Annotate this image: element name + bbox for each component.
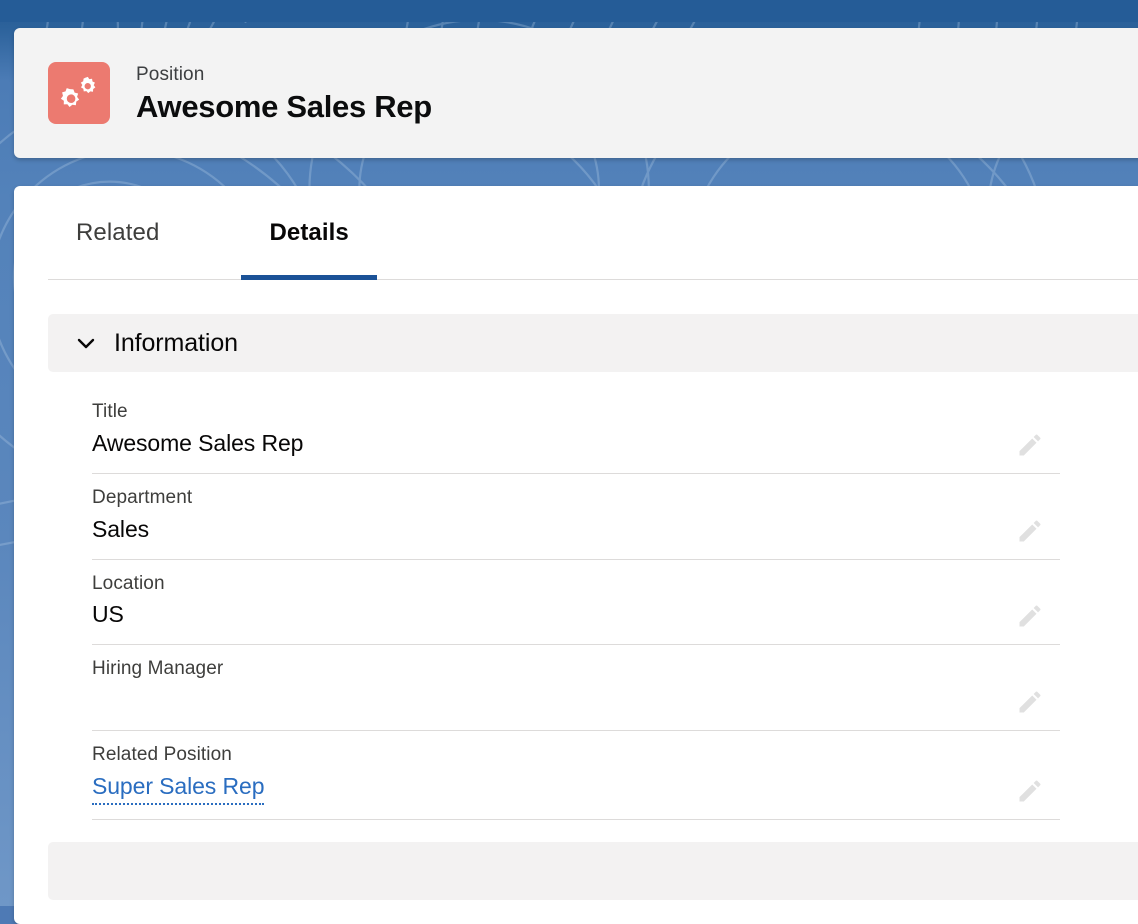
section-title: Information: [114, 328, 238, 357]
pencil-icon[interactable]: [1016, 602, 1044, 630]
record-body-card: Related Details Information Title Awesom…: [14, 186, 1138, 924]
field-label: Department: [92, 486, 193, 508]
field-value: [92, 686, 1060, 716]
top-stripe: [0, 0, 1138, 22]
tab-bar: Related Details: [14, 186, 1138, 280]
field-value: Sales: [92, 515, 150, 542]
record-header-text: Position Awesome Sales Rep: [136, 65, 432, 122]
field-row-hiring-manager: Hiring Manager: [92, 645, 1060, 731]
field-row-department: Department Sales: [92, 474, 1060, 560]
field-value-wrapper: Super Sales Rep: [92, 772, 1060, 805]
record-header: Position Awesome Sales Rep: [14, 28, 1138, 158]
field-label: Location: [92, 572, 165, 594]
chevron-down-icon[interactable]: [74, 331, 98, 355]
page-title: Awesome Sales Rep: [136, 88, 432, 124]
tab-related[interactable]: Related: [48, 186, 187, 280]
field-value: Awesome Sales Rep: [92, 429, 304, 456]
field-label: Related Position: [92, 744, 232, 765]
position-gears-icon: [48, 62, 110, 124]
pencil-icon[interactable]: [1016, 777, 1044, 805]
field-list: Title Awesome Sales Rep Department Sales…: [14, 372, 1138, 820]
record-type-label: Position: [136, 63, 205, 85]
related-position-link[interactable]: Super Sales Rep: [92, 772, 264, 805]
field-label: Title: [92, 401, 128, 422]
section-header-information[interactable]: Information: [48, 314, 1138, 372]
tab-related-label: Related: [76, 219, 160, 246]
field-row-title: Title Awesome Sales Rep: [92, 388, 1060, 474]
pencil-icon[interactable]: [1016, 688, 1044, 716]
pencil-icon[interactable]: [1016, 517, 1044, 545]
field-row-location: Location US: [92, 560, 1060, 646]
pencil-icon[interactable]: [1016, 431, 1044, 459]
section-header-next[interactable]: [48, 841, 1138, 900]
tab-details-label: Details: [269, 219, 349, 246]
tab-details[interactable]: Details: [241, 186, 378, 280]
field-row-related-position: Related Position Super Sales Rep: [92, 731, 1060, 820]
field-label: Hiring Manager: [92, 658, 224, 680]
field-value: US: [92, 601, 124, 628]
